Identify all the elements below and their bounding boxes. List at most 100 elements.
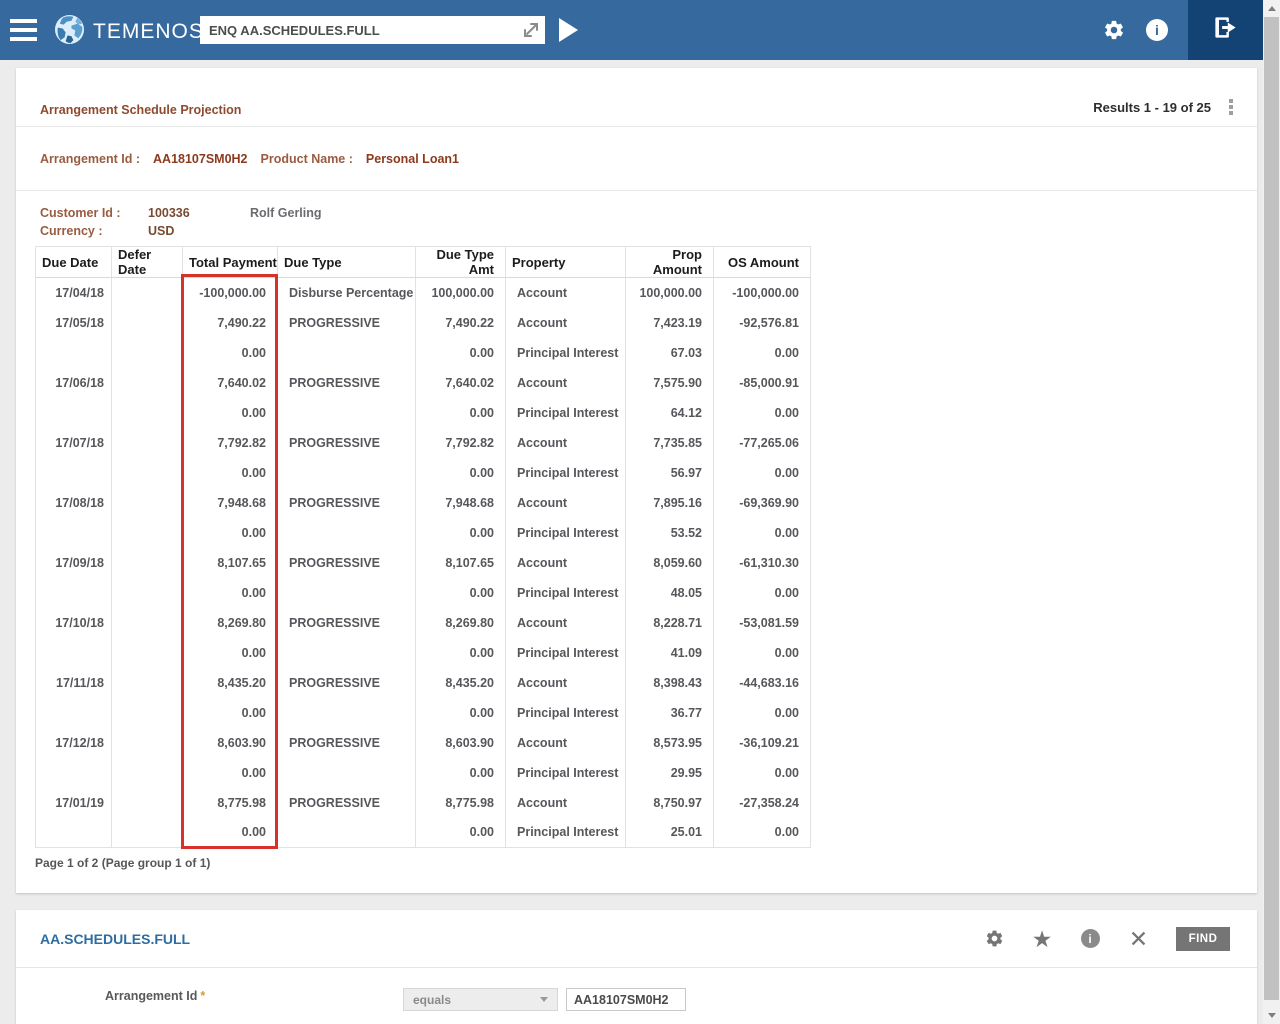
table-cell: Account	[506, 728, 626, 758]
table-cell: -36,109.21	[714, 728, 811, 758]
arrangement-summary-row: Arrangement Id : AA18107SM0H2 Product Na…	[16, 127, 1257, 191]
report-title: Arrangement Schedule Projection	[40, 103, 241, 117]
brand-name: TEMENOS	[93, 20, 204, 44]
column-header: Due Type Amt	[416, 247, 506, 278]
vertical-scrollbar[interactable]	[1263, 0, 1280, 1024]
table-cell: PROGRESSIVE	[278, 668, 416, 698]
command-line-box	[200, 16, 545, 44]
table-cell: 7,490.22	[183, 308, 278, 338]
run-command-icon[interactable]	[557, 17, 579, 43]
table-cell	[278, 698, 416, 728]
table-cell: 17/11/18	[36, 668, 112, 698]
table-cell: 100,000.00	[626, 278, 714, 308]
find-button[interactable]: FIND	[1176, 927, 1230, 951]
table-cell: PROGRESSIVE	[278, 308, 416, 338]
table-cell: 8,269.80	[183, 608, 278, 638]
table-cell: Principal Interest	[506, 578, 626, 608]
table-cell	[278, 818, 416, 848]
table-cell: -92,576.81	[714, 308, 811, 338]
table-cell: 7,490.22	[416, 308, 506, 338]
table-cell: 0.00	[183, 398, 278, 428]
table-cell: 25.01	[626, 818, 714, 848]
table-cell: -69,369.90	[714, 488, 811, 518]
table-cell	[112, 548, 183, 578]
table-cell: 7,640.02	[183, 368, 278, 398]
table-cell: 0.00	[714, 578, 811, 608]
table-cell	[112, 788, 183, 818]
table-cell: 0.00	[416, 398, 506, 428]
table-cell	[112, 818, 183, 848]
table-cell	[278, 518, 416, 548]
table-cell	[112, 758, 183, 788]
query-settings-gear-icon[interactable]	[984, 929, 1004, 949]
globe-icon	[54, 14, 85, 50]
go-arrow-icon[interactable]	[522, 21, 540, 39]
favorite-star-icon[interactable]: ★	[1032, 929, 1052, 949]
table-cell: Principal Interest	[506, 818, 626, 848]
table-row: 0.000.00Principal Interest36.770.00	[36, 698, 811, 728]
query-info-icon[interactable]: i	[1080, 929, 1100, 949]
settings-gear-icon[interactable]	[1103, 19, 1125, 41]
table-cell: 7,640.02	[416, 368, 506, 398]
table-cell: PROGRESSIVE	[278, 788, 416, 818]
table-cell: 8,435.20	[183, 668, 278, 698]
table-row: 17/11/188,435.20PROGRESSIVE8,435.20Accou…	[36, 668, 811, 698]
table-cell: -100,000.00	[183, 278, 278, 308]
table-cell: -44,683.16	[714, 668, 811, 698]
chevron-down-icon	[540, 997, 548, 1002]
temenos-logo: TEMENOS	[54, 14, 204, 50]
table-cell: 7,948.68	[183, 488, 278, 518]
table-cell	[112, 458, 183, 488]
table-cell: PROGRESSIVE	[278, 368, 416, 398]
table-cell	[278, 638, 416, 668]
table-cell: 0.00	[183, 338, 278, 368]
hamburger-menu-icon[interactable]	[10, 19, 37, 41]
table-cell: 17/06/18	[36, 368, 112, 398]
table-cell	[112, 488, 183, 518]
command-input[interactable]	[200, 16, 545, 44]
table-cell: Principal Interest	[506, 458, 626, 488]
table-cell: 0.00	[183, 698, 278, 728]
table-cell: 41.09	[626, 638, 714, 668]
results-count: Results 1 - 19 of 25	[1093, 100, 1211, 115]
table-cell	[112, 698, 183, 728]
table-cell: Account	[506, 428, 626, 458]
table-cell	[112, 338, 183, 368]
customer-name: Rolf Gerling	[250, 206, 1257, 220]
table-cell: 0.00	[183, 638, 278, 668]
customer-id-label: Customer Id :	[40, 206, 148, 220]
required-marker: *	[200, 989, 205, 1003]
arrangement-id-input[interactable]	[566, 988, 686, 1011]
table-cell	[278, 758, 416, 788]
table-cell: Account	[506, 548, 626, 578]
table-cell: 8,775.98	[183, 788, 278, 818]
logout-icon	[1212, 14, 1239, 46]
scroll-up-arrow[interactable]	[1263, 0, 1280, 17]
query-panel-title: AA.SCHEDULES.FULL	[40, 931, 190, 947]
table-cell	[112, 608, 183, 638]
query-panel-header: AA.SCHEDULES.FULL ★ i FIND	[16, 910, 1257, 968]
scroll-down-arrow[interactable]	[1263, 1007, 1280, 1024]
more-options-icon[interactable]	[1227, 97, 1235, 117]
scrollbar-thumb[interactable]	[1264, 17, 1279, 1000]
schedule-table-wrap: Due DateDefer DateTotal PaymentDue TypeD…	[35, 246, 810, 848]
close-icon[interactable]	[1128, 929, 1148, 949]
info-icon[interactable]: i	[1146, 19, 1168, 41]
table-cell: 0.00	[416, 518, 506, 548]
table-cell: Account	[506, 308, 626, 338]
table-cell: 56.97	[626, 458, 714, 488]
table-cell	[112, 668, 183, 698]
table-cell: Account	[506, 788, 626, 818]
logout-button[interactable]	[1188, 0, 1263, 60]
column-header: Total Payment	[183, 247, 278, 278]
table-cell	[112, 308, 183, 338]
customer-summary: Customer Id : 100336 Rolf Gerling Curren…	[16, 191, 1257, 240]
table-cell: 17/04/18	[36, 278, 112, 308]
table-cell: 17/10/18	[36, 608, 112, 638]
table-cell: PROGRESSIVE	[278, 728, 416, 758]
table-row: 0.000.00Principal Interest53.520.00	[36, 518, 811, 548]
operator-select[interactable]: equals	[403, 988, 558, 1011]
table-cell: 7,895.16	[626, 488, 714, 518]
table-cell: 7,735.85	[626, 428, 714, 458]
table-cell	[36, 518, 112, 548]
